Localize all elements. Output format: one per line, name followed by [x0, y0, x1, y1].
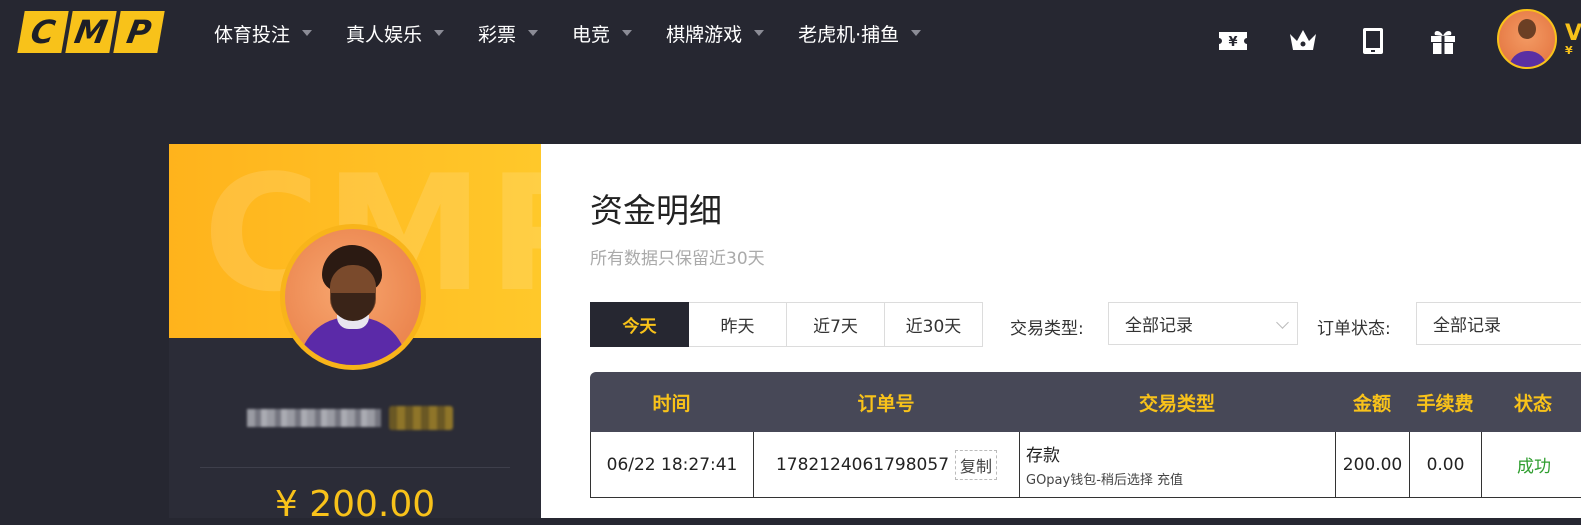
nav-item-slots-fishing[interactable]: 老虎机·捕鱼 [798, 16, 922, 50]
blurred-username [247, 409, 381, 427]
nav-item-esports[interactable]: 电竞 [572, 16, 633, 50]
chevron-down-icon [434, 30, 445, 36]
nav-item-label: 电竞 [572, 23, 611, 46]
tab-last-30-days[interactable]: 近30天 [885, 302, 983, 347]
wallet-balance: ¥ 200.00 [274, 484, 436, 525]
blurred-vip-tag [389, 406, 453, 430]
cell-amount: 200.00 [1336, 432, 1410, 497]
avatar-photo [285, 229, 421, 365]
profile-card: CMP ¥ 200.00 [169, 144, 541, 525]
profile-divider [200, 467, 510, 468]
cell-order-no: 1782124061798057 复制 [754, 432, 1020, 497]
chevron-down-icon [528, 30, 539, 36]
table-header: 时间 订单号 交易类型 金额 手续费 状态 [590, 372, 1581, 432]
transaction-type-value: 全部记录 [1125, 316, 1193, 336]
gift-icon[interactable] [1427, 25, 1459, 57]
nav-item-label: 彩票 [478, 23, 517, 46]
logo-letter-p: P [113, 11, 165, 53]
chevron-down-icon [302, 30, 313, 36]
col-status: 状态 [1513, 392, 1552, 415]
col-fee: 手续费 [1416, 392, 1474, 415]
avatar-head [1518, 19, 1536, 39]
order-number: 1782124061798057 [775, 454, 950, 475]
page-subtitle: 所有数据只保留近30天 [590, 249, 765, 269]
col-amount: 金额 [1352, 392, 1391, 415]
page-title: 资金明细 [590, 191, 722, 230]
cell-fee: 0.00 [1410, 432, 1482, 497]
cell-type: 存款 GOpay钱包-稍后选择 充值 [1020, 432, 1336, 497]
chevron-down-icon [911, 30, 922, 36]
crown-icon[interactable] [1287, 25, 1319, 57]
svg-text:¥: ¥ [1228, 35, 1237, 50]
copy-button[interactable]: 复制 [955, 449, 998, 480]
username-redacted [247, 406, 453, 430]
profile-avatar [280, 224, 426, 370]
transaction-type-label: 交易类型: [1010, 319, 1084, 339]
col-time: 时间 [652, 392, 691, 415]
order-status-select[interactable]: 全部记录 [1416, 302, 1581, 345]
transaction-type: 存款 [1026, 446, 1060, 466]
vip-letter: V [1565, 21, 1581, 46]
top-navigation-bar: C M P 体育投注 真人娱乐 彩票 电竞 棋牌游戏 老虎机·捕鱼 ¥ V ¥ [0, 0, 1581, 69]
vip-badge: V ¥ [1565, 21, 1581, 58]
cell-status: 成功 [1517, 457, 1551, 477]
chevron-down-icon [1276, 316, 1289, 329]
user-avatar[interactable] [1497, 9, 1557, 69]
tab-today[interactable]: 今天 [590, 302, 689, 347]
yen-ticket-icon[interactable]: ¥ [1217, 25, 1249, 57]
tablet-icon[interactable] [1357, 25, 1389, 57]
nav-item-label: 真人娱乐 [346, 23, 423, 46]
nav-item-sports[interactable]: 体育投注 [214, 16, 313, 50]
logo-letter-c: C [17, 11, 69, 53]
order-status-value: 全部记录 [1433, 316, 1501, 336]
vip-currency: ¥ [1565, 44, 1573, 57]
cell-time: 06/22 18:27:41 [591, 432, 754, 497]
order-status-label: 订单状态: [1317, 319, 1391, 339]
col-order-no: 订单号 [857, 392, 915, 415]
table-row: 06/22 18:27:41 1782124061798057 复制 存款 GO… [590, 432, 1581, 498]
transaction-type-detail: GOpay钱包-稍后选择 充值 [1026, 473, 1184, 488]
nav-item-label: 老虎机·捕鱼 [798, 23, 900, 46]
fund-details-panel: 资金明细 所有数据只保留近30天 今天 昨天 近7天 近30天 交易类型: 全部… [541, 144, 1581, 518]
avatar-shirt [1509, 51, 1547, 67]
transactions-table: 时间 订单号 交易类型 金额 手续费 状态 06/22 18:27:41 178… [590, 372, 1581, 498]
nav-item-live-casino[interactable]: 真人娱乐 [346, 16, 445, 50]
nav-item-label: 体育投注 [214, 23, 291, 46]
cmp-logo[interactable]: C M P [17, 11, 165, 53]
col-type: 交易类型 [1138, 392, 1215, 415]
nav-item-card-games[interactable]: 棋牌游戏 [666, 16, 765, 50]
nav-item-lottery[interactable]: 彩票 [478, 16, 539, 50]
tab-last-7-days[interactable]: 近7天 [787, 302, 885, 347]
tab-yesterday[interactable]: 昨天 [689, 302, 787, 347]
nav-item-label: 棋牌游戏 [666, 23, 743, 46]
date-range-tabs: 今天 昨天 近7天 近30天 [590, 302, 983, 347]
chevron-down-icon [622, 30, 633, 36]
logo-letter-m: M [65, 11, 117, 53]
header-actions: ¥ V ¥ [1217, 9, 1581, 69]
transaction-type-select[interactable]: 全部记录 [1108, 302, 1298, 345]
chevron-down-icon [754, 30, 765, 36]
main-nav: 体育投注 真人娱乐 彩票 电竞 棋牌游戏 老虎机·捕鱼 [214, 16, 955, 50]
